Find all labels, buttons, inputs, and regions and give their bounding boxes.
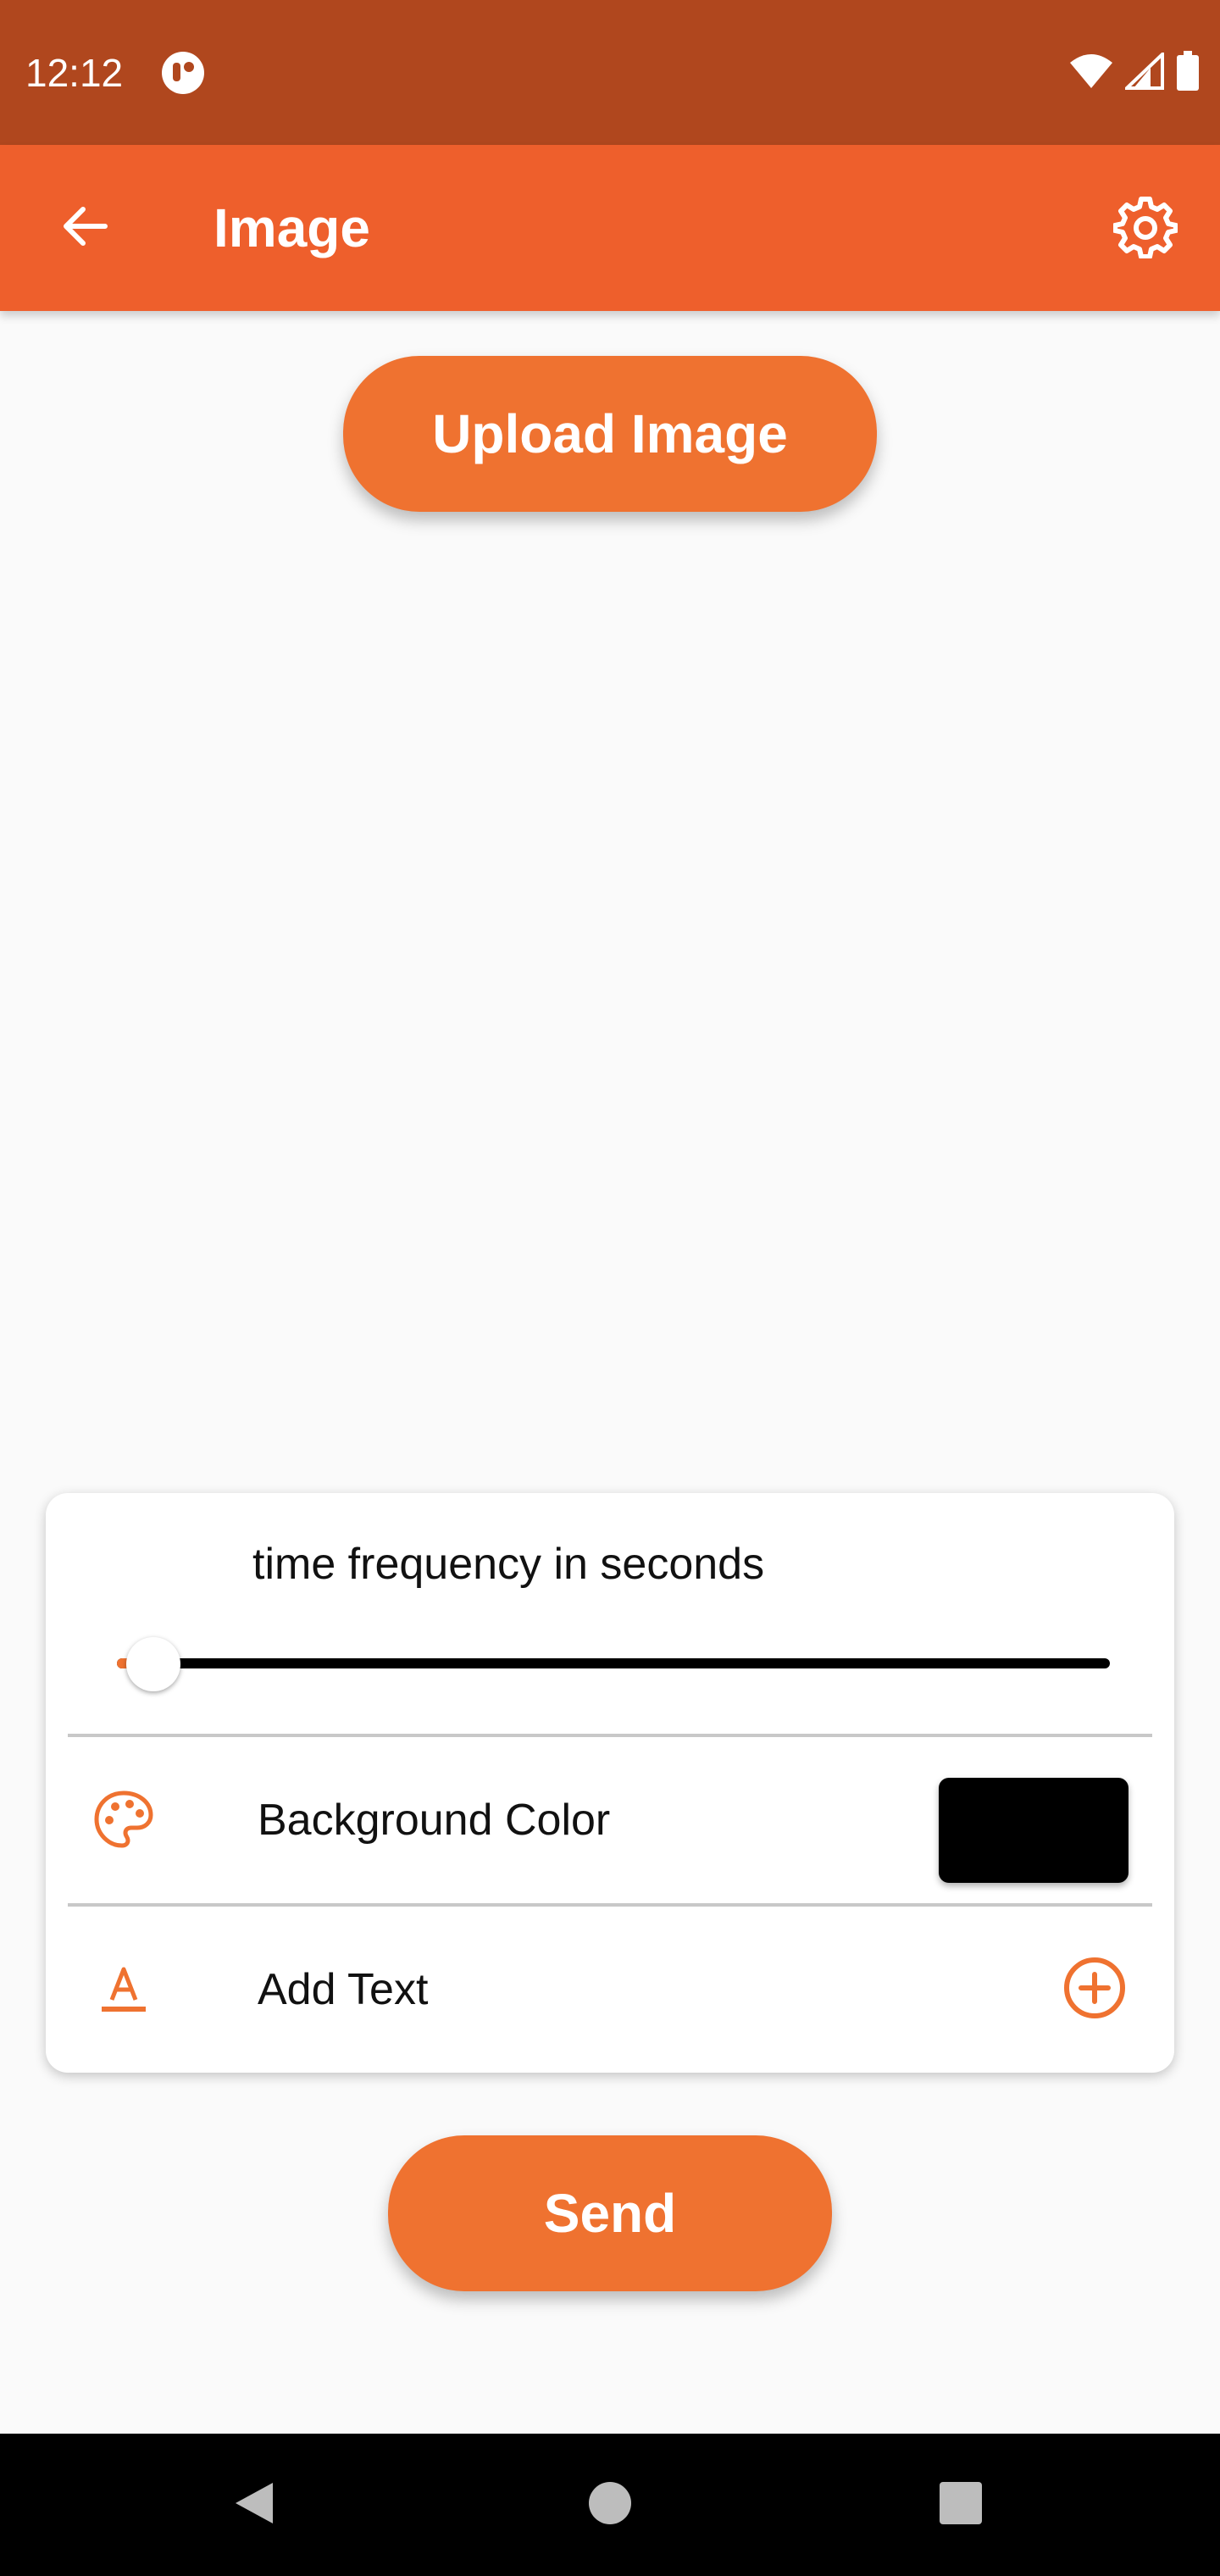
gear-icon <box>1112 194 1178 263</box>
text-format-icon <box>93 1959 154 2020</box>
status-time: 12:12 <box>25 51 124 95</box>
nav-recents-button[interactable] <box>927 2471 995 2539</box>
cellular-signal-icon <box>1123 49 1164 94</box>
nav-recents-icon <box>935 2478 986 2533</box>
slider-track <box>117 1658 1110 1668</box>
add-text-button[interactable] <box>1061 1956 1128 2024</box>
upload-image-button[interactable]: Upload Image <box>343 356 877 512</box>
slider-thumb[interactable] <box>126 1637 181 1691</box>
nav-home-button[interactable] <box>576 2471 644 2539</box>
background-color-swatch[interactable] <box>939 1778 1128 1883</box>
time-frequency-label: time frequency in seconds <box>252 1540 765 1589</box>
status-bar: 12:12 <box>0 0 1220 145</box>
add-text-row[interactable]: Add Text <box>46 1907 1174 2073</box>
background-color-label: Background Color <box>258 1796 611 1845</box>
nav-back-icon <box>229 2478 280 2533</box>
page-title: Image <box>214 197 370 258</box>
screen: 12:12 Image Upload Image time frequency … <box>0 0 1220 2576</box>
arrow-left-icon <box>58 199 112 258</box>
battery-icon <box>1176 50 1200 96</box>
add-circle-icon <box>1062 1956 1127 2024</box>
wifi-icon <box>1069 53 1113 94</box>
palette-icon <box>93 1790 154 1851</box>
settings-button[interactable] <box>1105 187 1186 269</box>
send-button[interactable]: Send <box>388 2135 832 2291</box>
back-button[interactable] <box>47 191 122 265</box>
app-bar: Image <box>0 145 1220 311</box>
time-frequency-slider[interactable] <box>117 1637 1110 1691</box>
settings-card: time frequency in seconds Background Col… <box>46 1493 1174 2073</box>
nav-home-icon <box>585 2478 635 2533</box>
add-text-label: Add Text <box>258 1965 429 2014</box>
system-nav-bar <box>0 2434 1220 2576</box>
background-color-row[interactable]: Background Color <box>46 1737 1174 1903</box>
notification-app-icon <box>161 51 205 95</box>
status-icons <box>1069 49 1200 96</box>
nav-back-button[interactable] <box>220 2471 288 2539</box>
